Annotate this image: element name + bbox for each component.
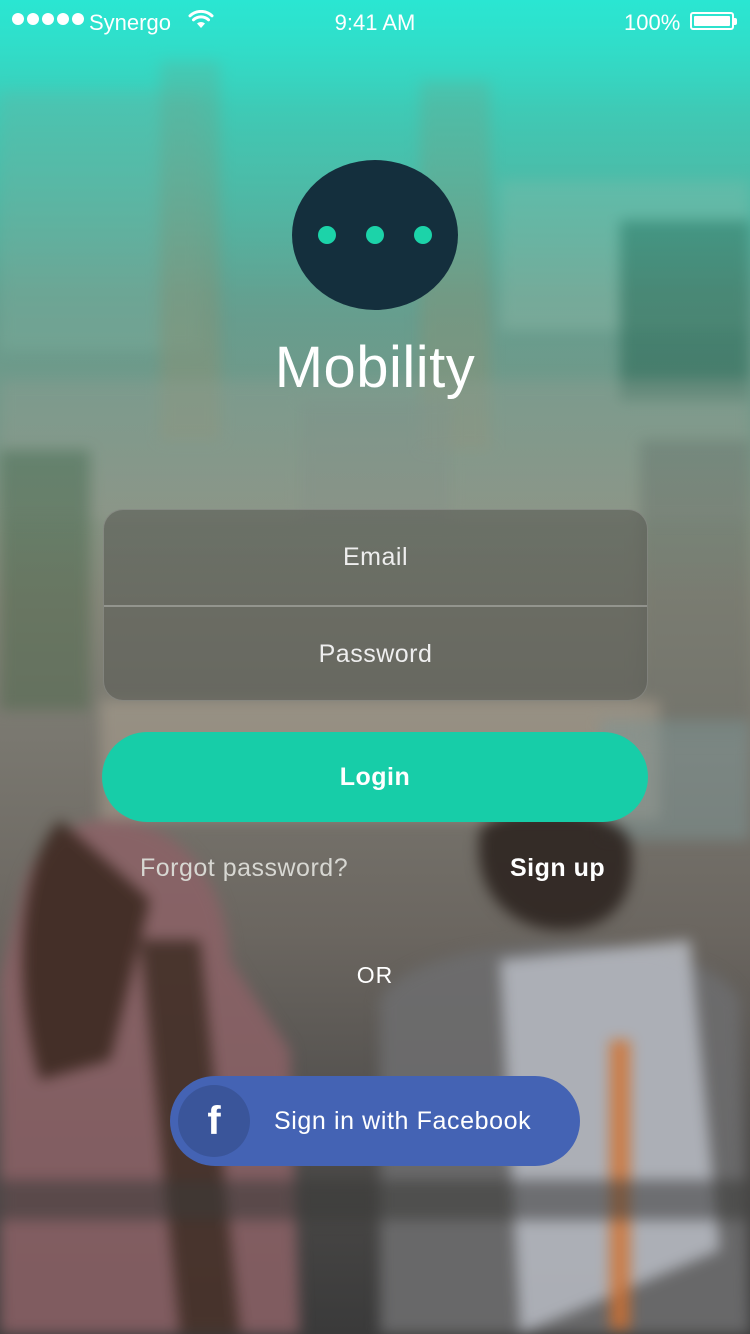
- chat-bubble-icon: [292, 160, 458, 310]
- battery-icon: [690, 12, 737, 30]
- forgot-password-link[interactable]: Forgot password?: [140, 854, 348, 883]
- sign-up-link[interactable]: Sign up: [510, 854, 605, 883]
- email-field[interactable]: [104, 510, 647, 605]
- login-form: [103, 509, 648, 701]
- app-title: Mobility: [274, 335, 476, 400]
- facebook-signin-label: Sign in with Facebook: [274, 1106, 532, 1135]
- password-field[interactable]: [104, 607, 647, 700]
- login-button[interactable]: Login: [102, 732, 648, 822]
- battery-percent: 100%: [624, 10, 681, 35]
- status-bar: Synergo 9:41 AM 100%: [0, 0, 750, 40]
- facebook-signin-button[interactable]: f Sign in with Facebook: [170, 1076, 580, 1166]
- facebook-icon: f: [178, 1085, 250, 1157]
- or-separator: OR: [356, 962, 394, 988]
